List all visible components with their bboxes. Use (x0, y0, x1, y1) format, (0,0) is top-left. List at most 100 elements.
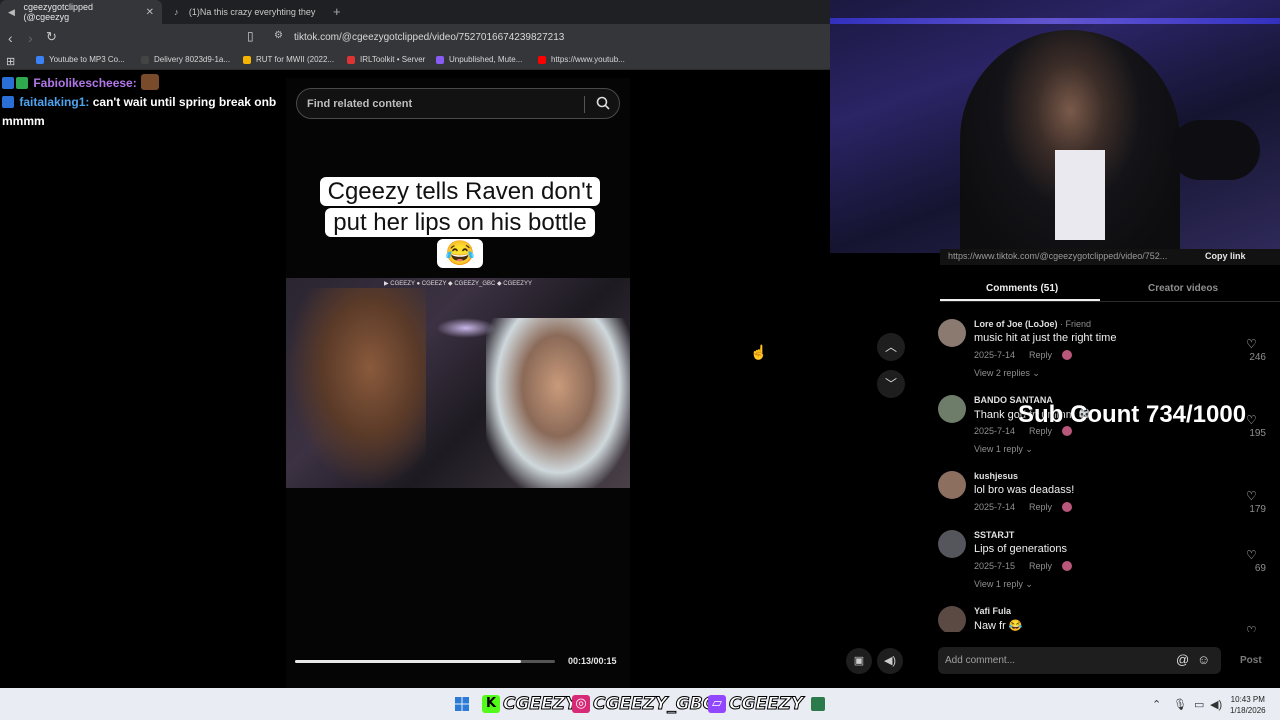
reply-button[interactable]: Reply (1029, 350, 1052, 360)
kick-handle: K CGEEZY (482, 693, 578, 715)
search-input[interactable]: Find related content (307, 98, 412, 110)
like-count: 246 (1249, 352, 1266, 363)
comment-author[interactable]: Lore of Joe (LoJoe) · Friend (974, 319, 1091, 329)
url-field[interactable]: ⚙ tiktok.com/@cgeezygotclipped/video/752… (268, 27, 824, 49)
avatar[interactable] (938, 530, 966, 558)
emoji-icon[interactable]: ☺ (1197, 652, 1210, 667)
reply-button[interactable]: Reply (1029, 502, 1052, 512)
heart-icon[interactable]: ♡ (1246, 624, 1257, 632)
comment-author[interactable]: Yafi Fula (974, 606, 1011, 616)
windows-start-icon[interactable] (455, 697, 469, 711)
s-icon (141, 55, 149, 64)
comment-text: Naw fr 😂 (974, 620, 1023, 632)
close-tab-icon[interactable]: ✕ (146, 7, 154, 18)
comment-text: Lips of generations (974, 543, 1067, 555)
bookmarks-bar: ⊞ Youtube to MP3 Co... Delivery 8023d9-1… (0, 52, 830, 70)
comment-meta: 2025-7-14 Reply (974, 350, 1073, 360)
tab-cgeezygotclipped[interactable]: ◀ cgeezygotclipped (@cgeezyg ✕ (0, 0, 162, 24)
youtube-icon (538, 55, 546, 64)
microphone-icon[interactable]: 🎙 (1173, 698, 1187, 711)
next-video-button[interactable]: ﹀ (877, 370, 905, 398)
apps-grid-icon[interactable]: ⊞ (6, 55, 15, 68)
forward-icon[interactable]: › (28, 30, 33, 46)
comment-date: 2025-7-15 (974, 561, 1016, 571)
view-replies-button[interactable]: View 1 reply ⌄ (974, 579, 1033, 590)
irltoolkit-icon (347, 55, 355, 64)
search-icon[interactable] (595, 95, 611, 111)
bookmark-item[interactable]: Youtube to MP3 Co... (36, 55, 125, 64)
new-tab-button[interactable]: + (333, 4, 341, 19)
tab-creator-videos[interactable]: Creator videos (1148, 283, 1218, 294)
site-info-icon[interactable]: ⚙ (274, 30, 283, 41)
pip-icon[interactable]: ▣ (846, 648, 872, 674)
reload-icon[interactable]: ↻ (46, 29, 57, 45)
mention-icon[interactable]: @ (1176, 652, 1189, 667)
comment-input[interactable]: Add comment... (945, 655, 1015, 666)
like-count: 69 (1254, 563, 1266, 574)
bookmark-item[interactable]: Unpublished, Mute... (436, 55, 522, 64)
bookmark-label: IRLToolkit • Server (360, 55, 426, 64)
bookmark-icon[interactable]: ▯ (247, 29, 254, 43)
heart-icon[interactable]: ♡ (1246, 413, 1257, 427)
comment-author[interactable]: kushjesus (974, 471, 1018, 481)
led-strip (830, 18, 1280, 24)
volume-icon[interactable]: ◀) (877, 648, 903, 674)
friend-tag: · Friend (1057, 319, 1092, 329)
globe-icon (36, 55, 44, 64)
tab-na-this-crazy[interactable]: ♪ (1)Na this crazy everyhting they said (166, 0, 326, 24)
webcam-feed (830, 0, 1280, 253)
previous-video-button[interactable]: ︿ (877, 333, 905, 361)
emote-icon (140, 74, 159, 90)
avatar[interactable] (938, 606, 966, 632)
twitch-handle: ▱ CGEEZY (708, 693, 804, 715)
bookmark-label: Delivery 8023d9-1a... (154, 55, 231, 64)
tab-comments[interactable]: Comments (51) (986, 283, 1058, 294)
bookmark-item[interactable]: IRLToolkit • Server (347, 55, 425, 64)
instagram-handle: ◎ CGEEZY_GBC (572, 693, 716, 715)
system-clock[interactable]: 10:43 PM 1/18/2026 (1230, 694, 1266, 716)
bookmark-item[interactable]: Delivery 8023d9-1a... (141, 55, 230, 64)
avatar[interactable] (938, 319, 966, 347)
comment-tabs: Comments (51) Creator videos (940, 278, 1280, 302)
social-handle: CGEEZY (502, 694, 578, 715)
video-caption: Cgeezy tells Raven don't put her lips on… (312, 176, 608, 269)
heart-icon[interactable]: ♡ (1246, 548, 1257, 562)
kick-icon: K (482, 695, 500, 713)
heart-icon[interactable]: ♡ (1246, 489, 1257, 503)
comment-text: music hit at just the right time (974, 332, 1117, 344)
tab-title: cgeezygotclipped (@cgeezyg (23, 2, 94, 22)
like-count: 179 (1249, 504, 1266, 515)
terminal-app-icon[interactable] (811, 697, 825, 711)
divider (584, 96, 585, 113)
bookmark-item[interactable]: RUT for MWII (2022... (243, 55, 334, 64)
author-name: Lore of Joe (LoJoe) (974, 319, 1058, 329)
comment-author[interactable]: SSTARJT (974, 530, 1014, 540)
view-replies-button[interactable]: View 2 replies ⌄ (974, 368, 1040, 379)
speaker-icon[interactable]: ◀) (1210, 698, 1222, 711)
comment-meta: 2025-7-15 Reply (974, 561, 1073, 571)
creator-liked-icon (1062, 350, 1073, 360)
avatar[interactable] (938, 395, 966, 423)
bookmark-item[interactable]: https://www.youtub... (538, 55, 625, 64)
post-button[interactable]: Post (1240, 655, 1262, 666)
taskbar: K CGEEZY ◎ CGEEZY_GBC ▱ CGEEZY ⌃ 🎙 ▭ ◀) 10:… (0, 688, 1280, 720)
video-handles: ▶ CGEEZY ● CGEEZY ◆ CGEEZY_GBC ◆ CGEEZYY (384, 281, 532, 287)
active-tab-indicator (940, 299, 1100, 301)
drive-icon (243, 55, 251, 64)
video-frame: ▶ CGEEZY ● CGEEZY ◆ CGEEZY_GBC ◆ CGEEZYY (286, 278, 630, 488)
comment-date: 2025-7-14 (974, 502, 1016, 512)
caption-text: Cgeezy tells Raven don't put her lips on… (319, 177, 601, 268)
view-replies-button[interactable]: View 1 reply ⌄ (974, 444, 1033, 455)
network-icon[interactable]: ▭ (1194, 698, 1204, 711)
sub-count-overlay: Sub Count 734/1000 (1018, 401, 1247, 428)
search-bar[interactable]: Find related content (296, 88, 620, 119)
copy-link-button[interactable]: Copy link (1205, 251, 1246, 261)
reply-button[interactable]: Reply (1029, 561, 1052, 571)
back-icon[interactable]: ‹ (8, 30, 13, 46)
heart-icon[interactable]: ♡ (1246, 337, 1257, 351)
avatar[interactable] (938, 471, 966, 499)
video-progress-bar[interactable] (295, 660, 555, 663)
add-comment-field[interactable]: Add comment... @ ☺ (938, 647, 1221, 674)
microphone (1170, 120, 1260, 180)
chevron-up-icon[interactable]: ⌃ (1152, 698, 1161, 711)
